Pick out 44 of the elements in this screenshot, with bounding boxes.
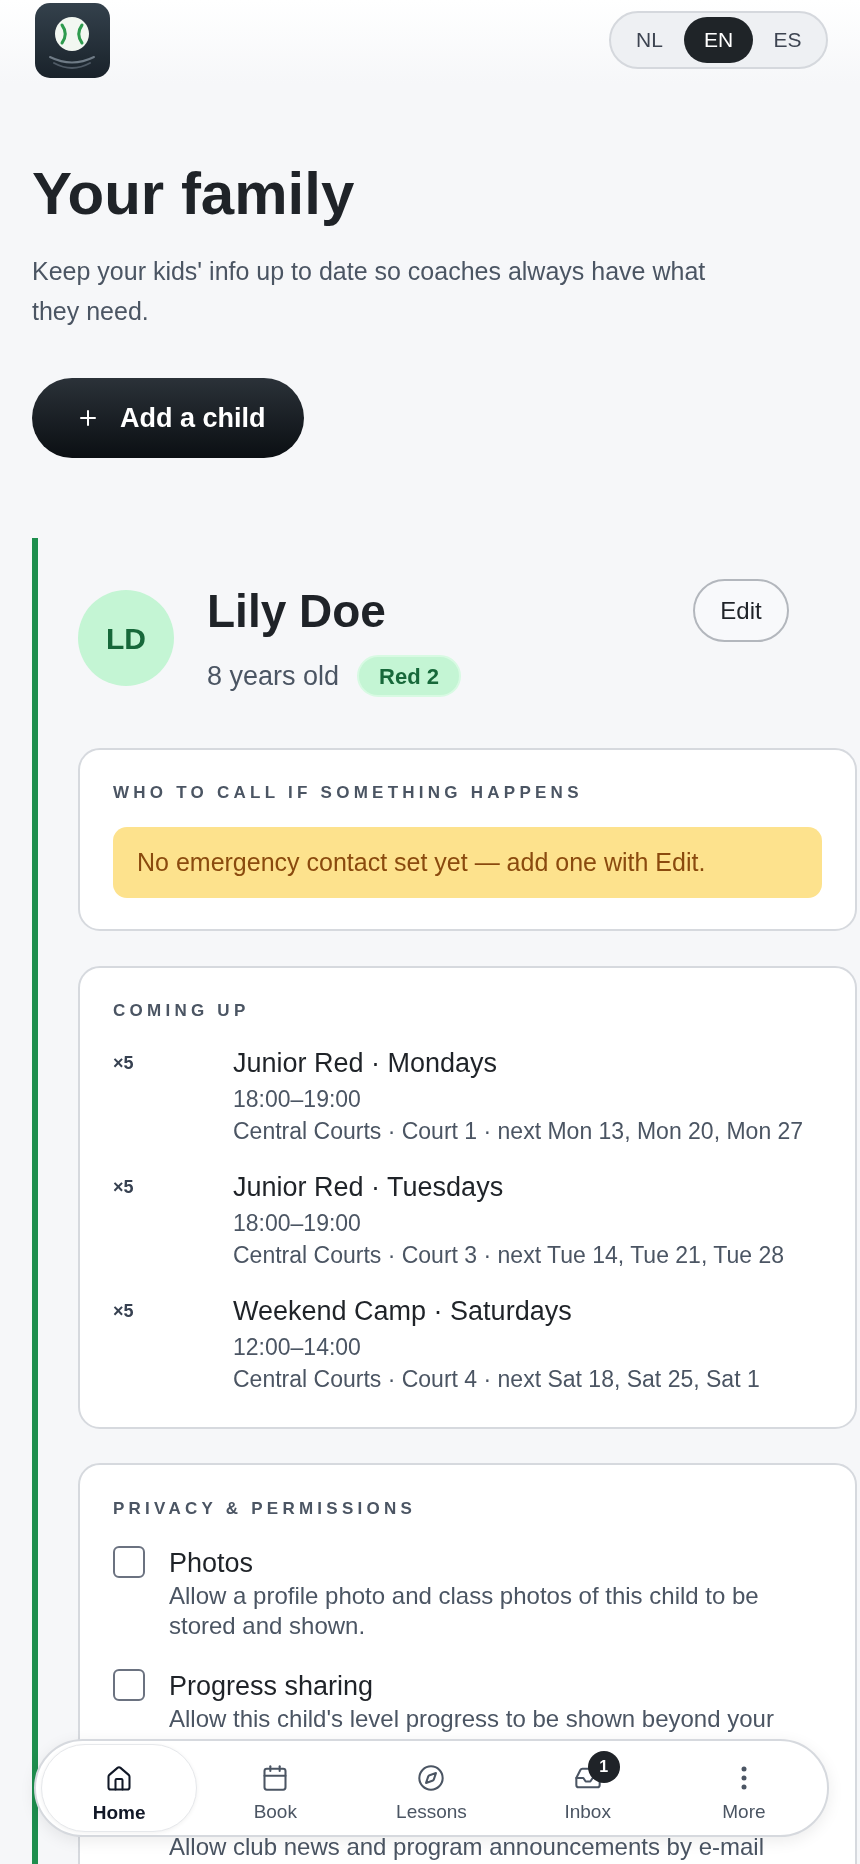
class-location: Central Courts · Court 4 · next Sat 18, Sat 25, Sat 1 xyxy=(233,1365,760,1394)
permission-description: Allow this child's level progress to be shown beyond your xyxy=(169,1704,774,1734)
class-title: Weekend Camp · Saturdays xyxy=(233,1295,573,1328)
class-location: Central Courts · Court 3 · next Tue 14, Tue 21, Tue 28 xyxy=(233,1241,784,1270)
calendar-icon xyxy=(261,1764,290,1792)
page-subtitle: Keep your kids' info up to date so coaches always have what they need. xyxy=(32,256,707,327)
child-name: Lily Doe xyxy=(207,585,387,637)
class-location: Central Courts · Court 1 · next Mon 13, Mon 20, Mon 27 xyxy=(233,1117,804,1146)
nav-tab[interactable]: Lessons xyxy=(353,1744,510,1832)
class-title: Junior Red · Mondays xyxy=(233,1047,499,1080)
language-option[interactable]: NL xyxy=(615,17,684,63)
permission-title: Progress sharing xyxy=(169,1670,375,1703)
add-child-button[interactable]: Add a child xyxy=(32,378,304,458)
permission-description: Allow club news and program announcements by e-mail xyxy=(169,1835,765,1859)
nav-tab[interactable]: More xyxy=(665,1744,822,1832)
class-time: 18:00–19:00 xyxy=(233,1209,362,1238)
repeat-count: ×5 xyxy=(113,1301,134,1321)
vertical-dots-icon xyxy=(740,1766,747,1790)
class-time: 12:00–14:00 xyxy=(233,1333,362,1362)
count-badge: 1 xyxy=(587,1751,620,1783)
nav-tab[interactable]: Book xyxy=(197,1744,354,1832)
edit-button[interactable]: Edit xyxy=(693,579,789,642)
nav-tab[interactable]: Home xyxy=(41,1744,198,1832)
permission-description: Allow a profile photo and class photos of this child to be stored and shown. xyxy=(169,1581,760,1641)
repeat-count: ×5 xyxy=(113,1053,134,1073)
house-icon xyxy=(105,1765,134,1793)
page-title: Your family xyxy=(32,161,356,227)
avatar: LD xyxy=(78,590,174,686)
class-title: Junior Red · Tuesdays xyxy=(233,1171,505,1204)
child-age: 8 years old xyxy=(207,660,340,693)
language-option[interactable]: EN xyxy=(684,17,753,63)
section-heading: COMING UP xyxy=(113,1000,251,1022)
nav-tab[interactable]: 1 Inbox xyxy=(509,1744,666,1832)
repeat-count: ×5 xyxy=(113,1177,134,1197)
level-badge: Red 2 xyxy=(357,655,461,697)
section-heading: WHO TO CALL IF SOMETHING HAPPENS xyxy=(113,782,584,804)
permission-title: Photos xyxy=(169,1547,255,1580)
notice-banner: No emergency contact set yet — add one with Edit. xyxy=(113,827,822,898)
checkbox[interactable] xyxy=(113,1669,145,1701)
compass-icon xyxy=(417,1764,446,1792)
class-time: 18:00–19:00 xyxy=(233,1085,362,1114)
checkbox[interactable] xyxy=(113,1546,145,1578)
section-heading: PRIVACY & PERMISSIONS xyxy=(113,1498,418,1520)
language-option[interactable]: ES xyxy=(753,17,822,63)
